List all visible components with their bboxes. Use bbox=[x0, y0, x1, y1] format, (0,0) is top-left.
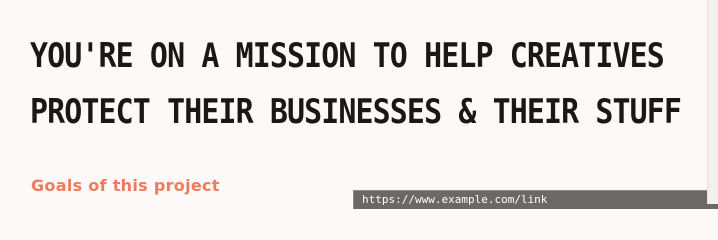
goals-section-label: Goals of this project bbox=[31, 176, 220, 195]
link-url-tooltip: https://www.example.com/link bbox=[353, 190, 718, 209]
hero-headline: You're on a mission To help creatives pr… bbox=[30, 28, 682, 140]
hero-headline-line-1: You're on a mission To help creatives bbox=[30, 36, 665, 76]
page-frame: You're on a mission To help creatives pr… bbox=[0, 0, 718, 209]
window-edge bbox=[707, 0, 718, 204]
hero-headline-line-2: protect their businesses & their stuff bbox=[30, 92, 682, 132]
